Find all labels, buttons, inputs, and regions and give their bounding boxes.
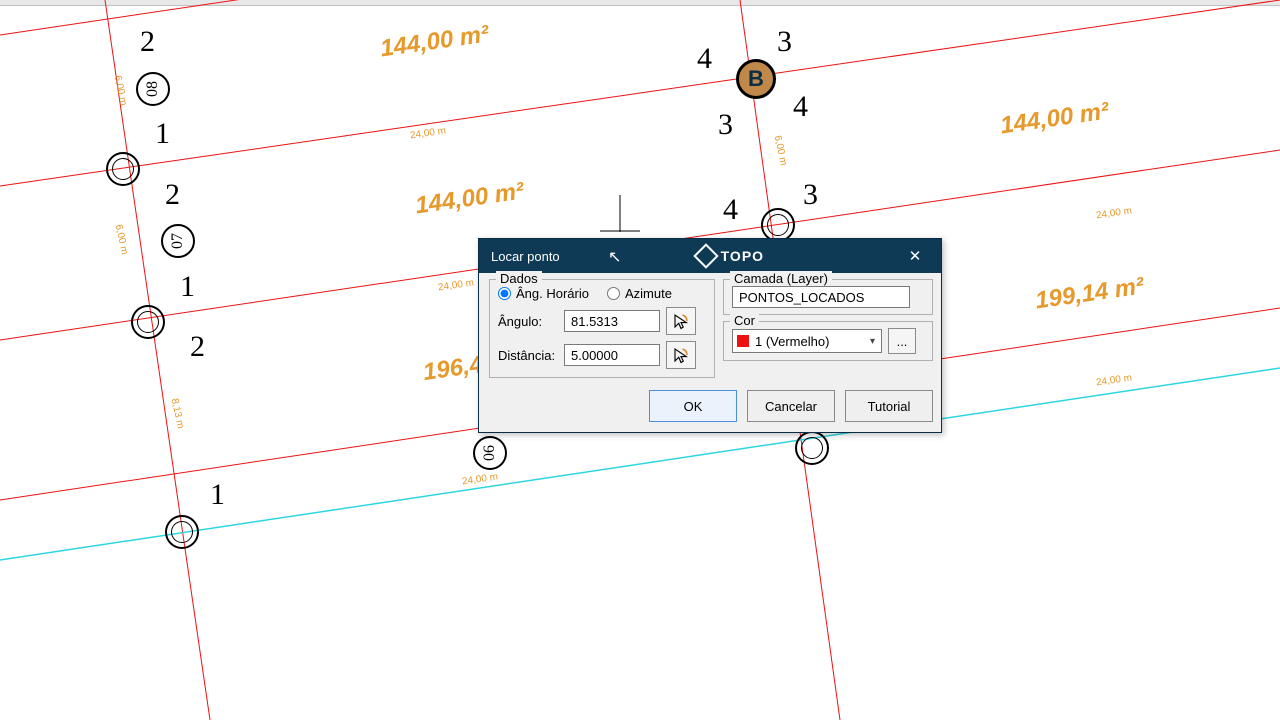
locar-ponto-dialog: Locar ponto TOPO ✕ Dados Âng. Horário Az… [478, 238, 942, 433]
camada-group: Camada (Layer) [723, 279, 933, 315]
tutorial-button[interactable]: Tutorial [845, 390, 933, 422]
close-icon: ✕ [909, 248, 922, 265]
dialog-title: Locar ponto [491, 249, 560, 264]
point-label: 3 [803, 178, 818, 212]
close-button[interactable]: ✕ [901, 247, 929, 265]
brand-logo-icon [693, 243, 718, 268]
point-label: 4 [697, 42, 712, 76]
station-marker [795, 431, 829, 465]
dados-group: Dados Âng. Horário Azimute Ângulo: [489, 279, 715, 378]
cursor-pick-icon [672, 346, 690, 364]
point-label: 2 [165, 178, 180, 212]
point-label: 2 [140, 25, 155, 59]
cor-legend: Cor [730, 313, 759, 328]
radio-ang-horario[interactable]: Âng. Horário [498, 286, 589, 301]
station-marker [106, 152, 140, 186]
cancel-button[interactable]: Cancelar [747, 390, 835, 422]
distancia-label: Distância: [498, 348, 558, 363]
ok-label: OK [684, 399, 703, 414]
point-label: 2 [190, 330, 205, 364]
point-label: 3 [718, 108, 733, 142]
dialog-titlebar[interactable]: Locar ponto TOPO ✕ [479, 239, 941, 273]
camada-input[interactable] [732, 286, 910, 308]
station-b-label: B [748, 66, 764, 92]
angulo-label: Ângulo: [498, 314, 558, 329]
brand-text: TOPO [721, 248, 764, 264]
point-label: 1 [155, 117, 170, 151]
point-label: 1 [210, 478, 225, 512]
point-label: 3 [777, 25, 792, 59]
station-06-marker: 06 [473, 436, 507, 470]
chevron-down-icon: ▾ [870, 336, 875, 347]
pick-angulo-button[interactable] [666, 307, 696, 335]
station-07-label: 07 [169, 233, 187, 249]
cor-more-label: ... [897, 334, 908, 349]
station-b-marker: B [736, 59, 776, 99]
station-08-marker: 08 [136, 72, 170, 106]
brand: TOPO [697, 247, 764, 265]
distancia-input[interactable] [564, 344, 660, 366]
radio-ang-horario-label: Âng. Horário [516, 286, 589, 301]
cor-more-button[interactable]: ... [888, 328, 916, 354]
cor-value: 1 (Vermelho) [755, 334, 829, 349]
color-swatch-icon [737, 335, 749, 347]
station-marker [131, 305, 165, 339]
station-marker [165, 515, 199, 549]
point-label: 4 [793, 90, 808, 124]
cancel-label: Cancelar [765, 399, 817, 414]
station-06-label: 06 [481, 445, 499, 461]
radio-azimute-label: Azimute [625, 286, 672, 301]
station-08-label: 08 [144, 81, 162, 97]
cor-group: Cor 1 (Vermelho) ▾ ... [723, 321, 933, 361]
cursor-pick-icon [672, 312, 690, 330]
point-label: 4 [723, 193, 738, 227]
dados-legend: Dados [496, 271, 542, 286]
tutorial-label: Tutorial [868, 399, 911, 414]
radio-azimute[interactable]: Azimute [607, 286, 672, 301]
station-07-marker: 07 [161, 224, 195, 258]
cor-select[interactable]: 1 (Vermelho) ▾ [732, 329, 882, 353]
camada-legend: Camada (Layer) [730, 271, 832, 286]
radio-ang-horario-input[interactable] [498, 287, 511, 300]
point-label: 1 [180, 270, 195, 304]
ok-button[interactable]: OK [649, 390, 737, 422]
station-marker [761, 208, 795, 242]
angulo-input[interactable] [564, 310, 660, 332]
radio-azimute-input[interactable] [607, 287, 620, 300]
pick-distancia-button[interactable] [666, 341, 696, 369]
